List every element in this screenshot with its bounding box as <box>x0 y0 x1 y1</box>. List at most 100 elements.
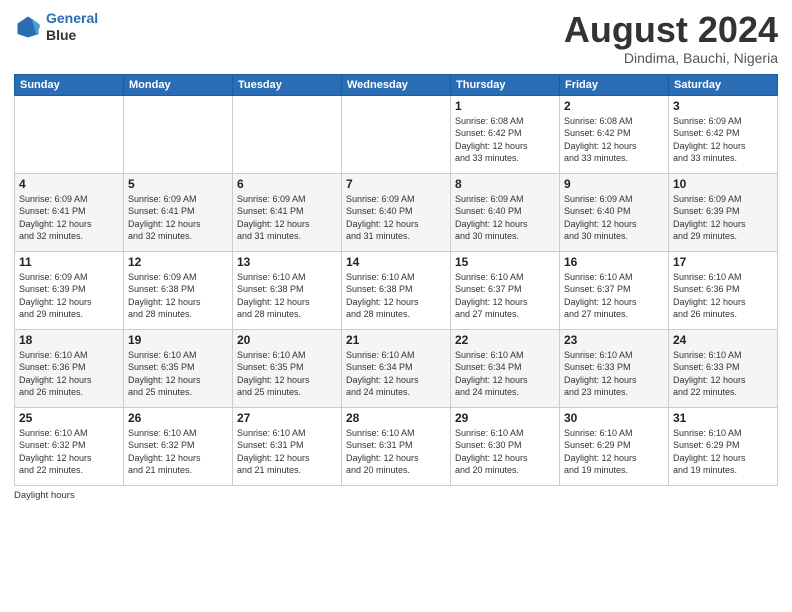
day-number: 19 <box>128 333 228 347</box>
day-info: Sunrise: 6:09 AM Sunset: 6:41 PM Dayligh… <box>19 193 119 243</box>
day-info: Sunrise: 6:10 AM Sunset: 6:34 PM Dayligh… <box>346 349 446 399</box>
calendar-cell: 22 Sunrise: 6:10 AM Sunset: 6:34 PM Dayli… <box>451 329 560 407</box>
day-number: 1 <box>455 99 555 113</box>
calendar-cell: 25 Sunrise: 6:10 AM Sunset: 6:32 PM Dayli… <box>15 407 124 485</box>
calendar-cell: 5Sunrise: 6:09 AM Sunset: 6:41 PM Daylig… <box>124 173 233 251</box>
day-number: 26 <box>128 411 228 425</box>
calendar-cell: 15 Sunrise: 6:10 AM Sunset: 6:37 PM Dayli… <box>451 251 560 329</box>
calendar-cell: 1 Sunrise: 6:08 AM Sunset: 6:42 PM Daylig… <box>451 95 560 173</box>
calendar-cell: 14 Sunrise: 6:10 AM Sunset: 6:38 PM Dayli… <box>342 251 451 329</box>
day-info: Sunrise: 6:09 AM Sunset: 6:40 PM Dayligh… <box>455 193 555 243</box>
calendar-cell: 26Sunrise: 6:10 AM Sunset: 6:32 PM Dayli… <box>124 407 233 485</box>
day-info: Sunrise: 6:09 AM Sunset: 6:38 PM Dayligh… <box>128 271 228 321</box>
calendar-cell: 9 Sunrise: 6:09 AM Sunset: 6:40 PM Daylig… <box>560 173 669 251</box>
day-info: Sunrise: 6:10 AM Sunset: 6:29 PM Dayligh… <box>673 427 773 477</box>
day-number: 2 <box>564 99 664 113</box>
day-header-saturday: Saturday <box>669 74 778 95</box>
day-header-tuesday: Tuesday <box>233 74 342 95</box>
calendar-cell: 23 Sunrise: 6:10 AM Sunset: 6:33 PM Dayli… <box>560 329 669 407</box>
day-info: Sunrise: 6:09 AM Sunset: 6:39 PM Dayligh… <box>673 193 773 243</box>
day-number: 6 <box>237 177 337 191</box>
calendar-cell: 16 Sunrise: 6:10 AM Sunset: 6:37 PM Dayli… <box>560 251 669 329</box>
calendar-cell: 17Sunrise: 6:10 AM Sunset: 6:36 PM Dayli… <box>669 251 778 329</box>
day-info: Sunrise: 6:10 AM Sunset: 6:35 PM Dayligh… <box>128 349 228 399</box>
day-header-friday: Friday <box>560 74 669 95</box>
day-header-sunday: Sunday <box>15 74 124 95</box>
day-info: Sunrise: 6:10 AM Sunset: 6:37 PM Dayligh… <box>455 271 555 321</box>
header: General Blue August 2024 Dindima, Bauchi… <box>14 10 778 66</box>
day-number: 21 <box>346 333 446 347</box>
day-number: 10 <box>673 177 773 191</box>
calendar-cell: 31 Sunrise: 6:10 AM Sunset: 6:29 PM Dayli… <box>669 407 778 485</box>
location: Dindima, Bauchi, Nigeria <box>564 50 778 66</box>
calendar-cell <box>124 95 233 173</box>
day-header-wednesday: Wednesday <box>342 74 451 95</box>
day-number: 30 <box>564 411 664 425</box>
day-number: 16 <box>564 255 664 269</box>
day-number: 24 <box>673 333 773 347</box>
day-number: 13 <box>237 255 337 269</box>
calendar-cell: 6 Sunrise: 6:09 AM Sunset: 6:41 PM Daylig… <box>233 173 342 251</box>
day-info: Sunrise: 6:10 AM Sunset: 6:34 PM Dayligh… <box>455 349 555 399</box>
day-info: Sunrise: 6:10 AM Sunset: 6:31 PM Dayligh… <box>346 427 446 477</box>
day-number: 15 <box>455 255 555 269</box>
day-info: Sunrise: 6:10 AM Sunset: 6:36 PM Dayligh… <box>673 271 773 321</box>
calendar-cell <box>342 95 451 173</box>
logo-text: General Blue <box>46 10 98 44</box>
logo-icon <box>14 13 42 41</box>
day-number: 12 <box>128 255 228 269</box>
day-number: 27 <box>237 411 337 425</box>
calendar-cell: 30 Sunrise: 6:10 AM Sunset: 6:29 PM Dayli… <box>560 407 669 485</box>
day-number: 3 <box>673 99 773 113</box>
calendar-cell: 4Sunrise: 6:09 AM Sunset: 6:41 PM Daylig… <box>15 173 124 251</box>
calendar-cell: 10 Sunrise: 6:09 AM Sunset: 6:39 PM Dayli… <box>669 173 778 251</box>
day-info: Sunrise: 6:09 AM Sunset: 6:41 PM Dayligh… <box>237 193 337 243</box>
calendar-cell <box>233 95 342 173</box>
day-number: 31 <box>673 411 773 425</box>
calendar-cell: 18 Sunrise: 6:10 AM Sunset: 6:36 PM Dayli… <box>15 329 124 407</box>
day-info: Sunrise: 6:10 AM Sunset: 6:31 PM Dayligh… <box>237 427 337 477</box>
page: General Blue August 2024 Dindima, Bauchi… <box>0 0 792 612</box>
day-header-thursday: Thursday <box>451 74 560 95</box>
calendar-cell: 29 Sunrise: 6:10 AM Sunset: 6:30 PM Dayli… <box>451 407 560 485</box>
calendar-cell: 11Sunrise: 6:09 AM Sunset: 6:39 PM Dayli… <box>15 251 124 329</box>
calendar-table: SundayMondayTuesdayWednesdayThursdayFrid… <box>14 74 778 486</box>
day-info: Sunrise: 6:09 AM Sunset: 6:40 PM Dayligh… <box>346 193 446 243</box>
calendar-cell: 2Sunrise: 6:08 AM Sunset: 6:42 PM Daylig… <box>560 95 669 173</box>
day-number: 9 <box>564 177 664 191</box>
calendar-cell <box>15 95 124 173</box>
day-info: Sunrise: 6:10 AM Sunset: 6:38 PM Dayligh… <box>346 271 446 321</box>
day-number: 22 <box>455 333 555 347</box>
day-number: 25 <box>19 411 119 425</box>
day-info: Sunrise: 6:08 AM Sunset: 6:42 PM Dayligh… <box>455 115 555 165</box>
month-title: August 2024 <box>564 10 778 50</box>
calendar-cell: 28Sunrise: 6:10 AM Sunset: 6:31 PM Dayli… <box>342 407 451 485</box>
logo: General Blue <box>14 10 98 44</box>
calendar-cell: 7Sunrise: 6:09 AM Sunset: 6:40 PM Daylig… <box>342 173 451 251</box>
day-info: Sunrise: 6:10 AM Sunset: 6:36 PM Dayligh… <box>19 349 119 399</box>
day-info: Sunrise: 6:09 AM Sunset: 6:40 PM Dayligh… <box>564 193 664 243</box>
calendar-cell: 13Sunrise: 6:10 AM Sunset: 6:38 PM Dayli… <box>233 251 342 329</box>
calendar-cell: 3Sunrise: 6:09 AM Sunset: 6:42 PM Daylig… <box>669 95 778 173</box>
logo-line1: General <box>46 10 98 26</box>
day-info: Sunrise: 6:10 AM Sunset: 6:37 PM Dayligh… <box>564 271 664 321</box>
day-info: Sunrise: 6:10 AM Sunset: 6:32 PM Dayligh… <box>19 427 119 477</box>
day-number: 11 <box>19 255 119 269</box>
calendar-cell: 24 Sunrise: 6:10 AM Sunset: 6:33 PM Dayli… <box>669 329 778 407</box>
day-number: 23 <box>564 333 664 347</box>
logo-line2: Blue <box>46 27 98 44</box>
calendar-cell: 8Sunrise: 6:09 AM Sunset: 6:40 PM Daylig… <box>451 173 560 251</box>
note-text: Daylight hours <box>14 490 75 501</box>
day-number: 29 <box>455 411 555 425</box>
day-header-monday: Monday <box>124 74 233 95</box>
calendar-cell: 19 Sunrise: 6:10 AM Sunset: 6:35 PM Dayli… <box>124 329 233 407</box>
day-number: 18 <box>19 333 119 347</box>
day-info: Sunrise: 6:10 AM Sunset: 6:30 PM Dayligh… <box>455 427 555 477</box>
day-number: 14 <box>346 255 446 269</box>
day-info: Sunrise: 6:10 AM Sunset: 6:29 PM Dayligh… <box>564 427 664 477</box>
calendar-cell: 27 Sunrise: 6:10 AM Sunset: 6:31 PM Dayli… <box>233 407 342 485</box>
calendar-cell: 12 Sunrise: 6:09 AM Sunset: 6:38 PM Dayli… <box>124 251 233 329</box>
day-info: Sunrise: 6:10 AM Sunset: 6:33 PM Dayligh… <box>564 349 664 399</box>
day-info: Sunrise: 6:10 AM Sunset: 6:33 PM Dayligh… <box>673 349 773 399</box>
day-info: Sunrise: 6:10 AM Sunset: 6:35 PM Dayligh… <box>237 349 337 399</box>
